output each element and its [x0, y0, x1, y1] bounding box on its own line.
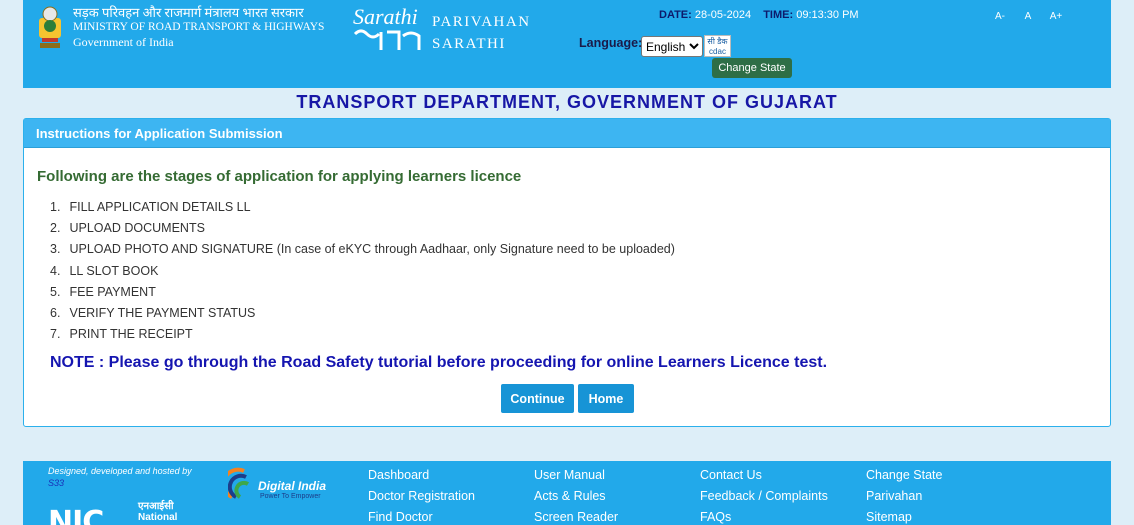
- time-label: TIME:: [763, 9, 794, 21]
- footer-link-sitemap[interactable]: Sitemap: [866, 510, 942, 525]
- footer-links-col4: Change State Parivahan Sitemap: [866, 468, 942, 525]
- cdac-logo: सी डैक cdac: [704, 35, 731, 57]
- site-footer: Designed, developed and hosted by S33 NI…: [23, 461, 1111, 525]
- stage-text: FILL APPLICATION DETAILS LL: [69, 200, 251, 214]
- continue-button[interactable]: Continue: [501, 384, 574, 413]
- font-normal-button[interactable]: A: [1016, 8, 1040, 26]
- road-safety-note: NOTE : Please go through the Road Safety…: [50, 354, 828, 371]
- brand-sarathi: SARATHI: [432, 36, 506, 52]
- footer-link-screen-reader[interactable]: Screen Reader: [534, 510, 618, 525]
- stage-number: 5.: [50, 284, 61, 299]
- digital-india-icon: [221, 467, 250, 499]
- ministry-english: MINISTRY OF ROAD TRANSPORT & HIGHWAYS: [73, 21, 325, 33]
- nic-caption: एनआईसी National: [138, 501, 177, 523]
- list-item: 3. UPLOAD PHOTO AND SIGNATURE (In case o…: [50, 241, 675, 262]
- brand-parivahan: PARIVAHAN: [432, 14, 531, 30]
- time-value: 09:13:30 PM: [796, 9, 859, 21]
- digital-india-logo: Digital India Power To Empower: [221, 467, 326, 506]
- list-item: 6. VERIFY THE PAYMENT STATUS: [50, 305, 675, 326]
- footer-link-doctor-registration[interactable]: Doctor Registration: [368, 489, 475, 510]
- footer-link-feedback[interactable]: Feedback / Complaints: [700, 489, 828, 510]
- designed-code: S33: [48, 478, 65, 488]
- stage-number: 4.: [50, 263, 61, 278]
- government-label: Government of India: [73, 35, 174, 49]
- brand-name: PARIVAHAN SARATHI: [432, 11, 531, 55]
- stage-number: 1.: [50, 200, 61, 214]
- list-item: 5. FEE PAYMENT: [50, 284, 675, 305]
- designed-by-text: Designed, developed and hosted by: [48, 466, 192, 476]
- national-emblem-icon: [39, 6, 61, 48]
- action-buttons: Continue Home: [501, 384, 634, 413]
- ministry-block: सड़क परिवहन और राजमार्ग मंत्रालय भारत सर…: [73, 5, 324, 50]
- digital-india-tagline: Power To Empower: [260, 493, 321, 500]
- stages-list: 1. FILL APPLICATION DETAILS LL 2. UPLOAD…: [50, 199, 675, 347]
- footer-link-contact-us[interactable]: Contact Us: [700, 468, 828, 489]
- font-decrease-button[interactable]: A-: [988, 8, 1012, 26]
- department-title: TRANSPORT DEPARTMENT, GOVERNMENT OF GUJA…: [296, 92, 838, 112]
- cdac-english: cdac: [709, 47, 726, 56]
- language-select[interactable]: English: [641, 36, 703, 57]
- ministry-hindi: सड़क परिवहन और राजमार्ग मंत्रालय भारत सर…: [73, 5, 304, 20]
- home-button[interactable]: Home: [578, 384, 634, 413]
- stage-text: UPLOAD DOCUMENTS: [69, 221, 205, 236]
- site-header: सड़क परिवहन और राजमार्ग मंत्रालय भारत सर…: [23, 0, 1111, 88]
- footer-link-faqs[interactable]: FAQs: [700, 510, 828, 525]
- date-label: DATE:: [659, 9, 692, 21]
- footer-link-find-doctor[interactable]: Find Doctor: [368, 510, 475, 525]
- footer-links-col3: Contact Us Feedback / Complaints FAQs: [700, 468, 828, 525]
- stage-text: UPLOAD PHOTO AND SIGNATURE (In case of e…: [69, 242, 675, 257]
- panel-heading: Instructions for Application Submission: [24, 119, 1110, 148]
- font-size-controls: A- A A+: [988, 8, 1068, 26]
- stage-text: LL SLOT BOOK: [69, 263, 159, 278]
- stage-text: VERIFY THE PAYMENT STATUS: [69, 305, 256, 320]
- list-item: 7. PRINT THE RECEIPT: [50, 326, 675, 347]
- list-item: 1. FILL APPLICATION DETAILS LL: [50, 199, 675, 220]
- stage-number: 7.: [50, 327, 61, 342]
- cdac-hindi: सी डैक: [707, 37, 728, 46]
- sarathi-logo-icon: Sarathi: [353, 4, 421, 50]
- nic-hindi: एनआईसी: [138, 501, 174, 512]
- stages-title: Following are the stages of application …: [37, 168, 522, 185]
- designed-by: Designed, developed and hosted by S33: [48, 465, 192, 489]
- footer-link-dashboard[interactable]: Dashboard: [368, 468, 475, 489]
- digital-india-text: Digital India: [258, 479, 327, 493]
- footer-link-parivahan[interactable]: Parivahan: [866, 489, 942, 510]
- footer-links-col1: Dashboard Doctor Registration Find Docto…: [368, 468, 475, 525]
- date-value: 28-05-2024: [694, 9, 752, 21]
- nic-english: National: [138, 512, 178, 523]
- footer-link-acts-rules[interactable]: Acts & Rules: [534, 489, 618, 510]
- font-increase-button[interactable]: A+: [1044, 8, 1068, 26]
- stage-text: FEE PAYMENT: [69, 284, 156, 299]
- stage-text: PRINT THE RECEIPT: [69, 327, 193, 342]
- footer-link-user-manual[interactable]: User Manual: [534, 468, 618, 489]
- list-item: 2. UPLOAD DOCUMENTS: [50, 220, 675, 241]
- footer-link-change-state[interactable]: Change State: [866, 468, 942, 489]
- date-time: DATE: 28-05-2024 TIME: 09:13:30 PM: [659, 9, 868, 21]
- stage-number: 6.: [50, 305, 61, 320]
- nic-logo-text: NIC: [48, 505, 104, 525]
- instructions-panel: Instructions for Application Submission …: [23, 118, 1111, 427]
- language-label: Language:: [579, 36, 643, 50]
- list-item: 4. LL SLOT BOOK: [50, 263, 675, 284]
- stage-number: 2.: [50, 221, 61, 236]
- stage-number: 3.: [50, 242, 61, 257]
- sarathi-logo-text: Sarathi: [353, 4, 418, 29]
- change-state-button[interactable]: Change State: [712, 58, 792, 78]
- footer-links-col2: User Manual Acts & Rules Screen Reader: [534, 468, 618, 525]
